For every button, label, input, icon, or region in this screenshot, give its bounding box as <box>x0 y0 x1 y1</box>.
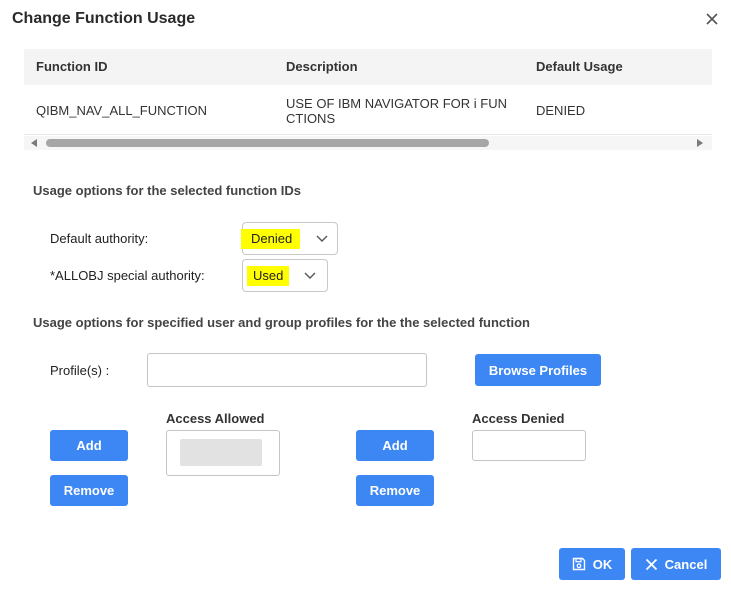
add-allowed-button[interactable]: Add <box>50 430 128 461</box>
profile-label: Profile(s) : <box>50 363 110 378</box>
ok-label: OK <box>592 556 613 572</box>
default-authority-label: Default authority: <box>50 231 149 246</box>
cancel-button[interactable]: Cancel <box>631 548 721 580</box>
cell-description-line1: USE OF IBM NAVIGATOR FOR i FUN <box>286 96 508 111</box>
blurred-entry <box>180 439 262 466</box>
cell-default-usage: DENIED <box>536 103 586 118</box>
remove-allowed-button[interactable]: Remove <box>50 475 128 506</box>
chevron-down-icon <box>303 268 317 282</box>
allobj-authority-label: *ALLOBJ special authority: <box>50 268 205 283</box>
save-icon <box>572 557 586 571</box>
profiles-heading: Usage options for specified user and gro… <box>33 315 530 330</box>
access-allowed-label: Access Allowed <box>166 411 265 426</box>
browse-profiles-button[interactable]: Browse Profiles <box>475 354 601 386</box>
profile-input[interactable] <box>147 353 427 387</box>
allobj-authority-value: Used <box>247 266 290 286</box>
close-icon[interactable] <box>703 10 723 30</box>
column-header-default-usage: Default Usage <box>536 59 623 74</box>
cell-description-line2: CTIONS <box>286 111 336 126</box>
cell-function-id[interactable]: QIBM_NAV_ALL_FUNCTION <box>36 103 207 118</box>
scroll-right-icon[interactable] <box>697 139 703 147</box>
scroll-left-icon[interactable] <box>31 139 37 147</box>
allobj-authority-select[interactable]: Used <box>242 259 328 292</box>
chevron-down-icon <box>315 231 329 245</box>
cancel-label: Cancel <box>664 556 708 572</box>
column-header-function-id: Function ID <box>36 59 108 74</box>
add-denied-button[interactable]: Add <box>356 430 434 461</box>
default-authority-value: Denied <box>241 229 301 249</box>
ok-button[interactable]: OK <box>559 548 625 580</box>
access-denied-list[interactable] <box>472 430 586 461</box>
access-allowed-list[interactable] <box>166 430 280 476</box>
usage-options-heading: Usage options for the selected function … <box>33 183 301 198</box>
cancel-x-icon <box>645 558 658 571</box>
scrollbar-thumb[interactable] <box>46 139 489 147</box>
remove-denied-button[interactable]: Remove <box>356 475 434 506</box>
access-denied-label: Access Denied <box>472 411 565 426</box>
dialog-title: Change Function Usage <box>12 10 196 27</box>
row-divider <box>24 134 712 135</box>
default-authority-select[interactable]: Denied <box>241 222 338 255</box>
column-header-description: Description <box>286 59 358 74</box>
